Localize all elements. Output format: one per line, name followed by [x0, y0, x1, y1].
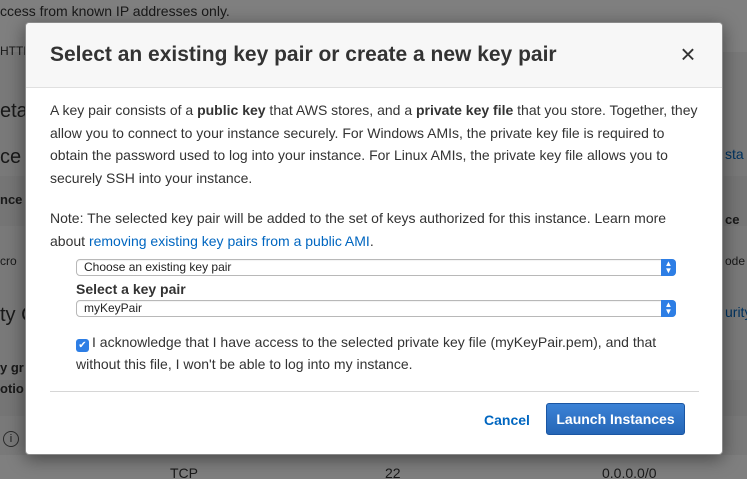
- modal-body: A key pair consists of a public key that…: [50, 99, 700, 252]
- key-pair-option-value: Choose an existing key pair: [84, 260, 232, 274]
- select-arrows-icon: ▲ ▼: [661, 259, 676, 276]
- close-icon[interactable]: ×: [678, 41, 698, 67]
- acknowledge-text: I acknowledge that I have access to the …: [76, 334, 657, 372]
- intro-paragraph: A key pair consists of a public key that…: [50, 102, 698, 186]
- key-pair-form: Choose an existing key pair ▲ ▼ Select a …: [76, 259, 676, 317]
- acknowledge-checkbox[interactable]: ✔: [76, 339, 89, 352]
- acknowledge-row: ✔ I acknowledge that I have access to the…: [76, 331, 686, 375]
- key-pair-select[interactable]: myKeyPair ▲ ▼: [76, 300, 676, 317]
- modal-title: Select an existing key pair or create a …: [50, 43, 557, 66]
- modal-header: Select an existing key pair or create a …: [26, 23, 722, 88]
- launch-instances-button[interactable]: Launch Instances: [546, 403, 685, 435]
- key-pair-option-select[interactable]: Choose an existing key pair ▲ ▼: [76, 259, 676, 276]
- select-arrows-icon: ▲ ▼: [661, 300, 676, 317]
- footer-divider: [50, 391, 699, 392]
- key-pair-value: myKeyPair: [84, 301, 143, 315]
- select-key-pair-label: Select a key pair: [76, 281, 186, 297]
- key-pair-modal: Select an existing key pair or create a …: [25, 22, 723, 455]
- cancel-button[interactable]: Cancel: [484, 411, 530, 429]
- note-paragraph: Note: The selected key pair will be adde…: [50, 210, 667, 249]
- remove-key-pairs-link[interactable]: removing existing key pairs from a publi…: [89, 233, 370, 249]
